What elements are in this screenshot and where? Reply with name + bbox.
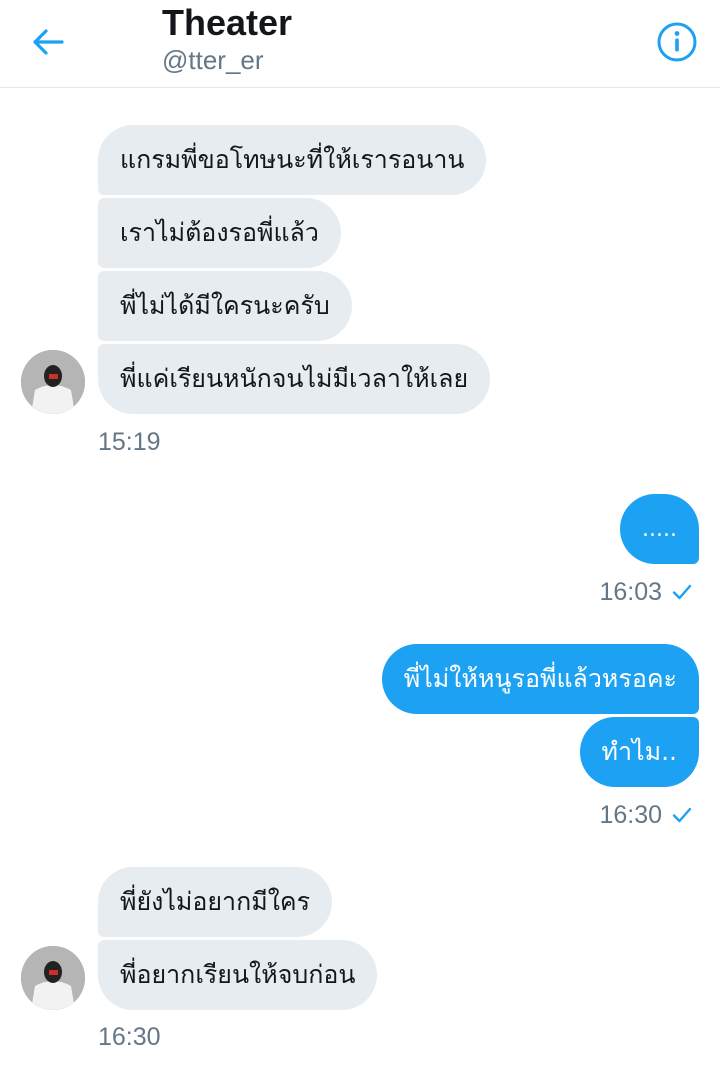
avatar[interactable]	[21, 946, 85, 1010]
message-status: 16:03	[599, 577, 692, 607]
conversation-title: Theater	[162, 2, 293, 43]
avatar[interactable]	[21, 350, 85, 414]
message-timestamp: 16:30	[599, 801, 662, 829]
message-bubble-incoming[interactable]: พี่ยังไม่อยากมีใคร	[98, 867, 333, 937]
message-bubble-incoming[interactable]: พี่ไม่ได้มีใครนะครับ	[98, 271, 352, 341]
conversation-handle: @tter_er	[162, 45, 264, 75]
message-bubble-outgoing[interactable]: พี่ไม่ให้หนูรอพี่แล้วหรอคะ	[381, 644, 699, 714]
message-bubble-outgoing[interactable]: .....	[620, 494, 699, 564]
avatar-photo	[21, 946, 85, 1010]
message-timestamp: 15:19	[98, 428, 161, 456]
checkmark-icon	[672, 584, 692, 600]
message-bubble-incoming[interactable]: แกรมพี่ขอโทษนะที่ให้เรารอนาน	[98, 125, 487, 195]
checkmark-icon	[672, 807, 692, 823]
message-bubble-outgoing[interactable]: ทำไม..	[579, 717, 699, 787]
message-bubble-incoming[interactable]: พี่อยากเรียนให้จบก่อน	[98, 940, 378, 1010]
back-button[interactable]	[28, 22, 68, 62]
arrow-left-icon	[33, 29, 64, 55]
message-timestamp: 16:03	[599, 578, 662, 606]
message-bubble-incoming[interactable]: เราไม่ต้องรอพี่แล้ว	[98, 198, 341, 268]
info-icon	[657, 22, 697, 62]
message-status: 16:30	[599, 800, 692, 830]
message-bubble-incoming[interactable]: พี่แค่เรียนหนักจนไม่มีเวลาให้เลย	[98, 344, 491, 414]
avatar-photo	[21, 350, 85, 414]
message-timestamp: 16:30	[98, 1023, 161, 1051]
conversation-header: Theater @tter_er	[0, 0, 720, 88]
info-button[interactable]	[654, 19, 700, 65]
